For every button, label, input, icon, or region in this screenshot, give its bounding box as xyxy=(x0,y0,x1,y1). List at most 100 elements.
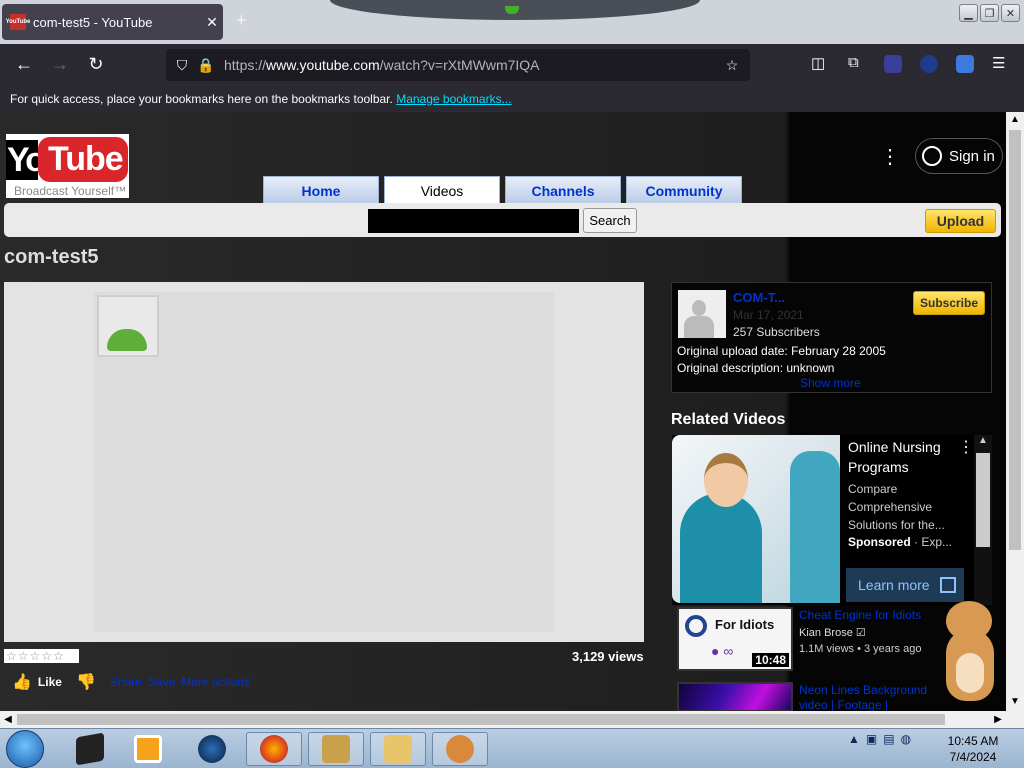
tab-videos[interactable]: Videos xyxy=(384,176,500,204)
subscribe-button[interactable]: Subscribe xyxy=(913,291,985,315)
taskbar-app-icon[interactable] xyxy=(246,732,302,766)
thumbs-up-icon[interactable]: 👍 xyxy=(12,672,32,692)
page-vertical-scrollbar[interactable]: ▲ ▼ xyxy=(1006,112,1024,711)
sponsored-label: Sponsored xyxy=(848,535,911,549)
network-icon[interactable]: ▤ xyxy=(883,732,894,746)
minimize-button[interactable]: ▁ xyxy=(959,4,978,22)
lock-icon[interactable]: 🔒 xyxy=(194,57,218,74)
channel-name[interactable]: COM-T... xyxy=(733,290,785,305)
url-prefix: https:// xyxy=(224,57,267,73)
thumbs-down-icon[interactable]: 👎 xyxy=(76,672,96,692)
related-video-thumbnail[interactable] xyxy=(677,682,793,711)
like-button[interactable]: Like xyxy=(38,675,62,689)
menu-hamburger-icon[interactable]: ☰ xyxy=(992,54,1005,72)
extensions-puzzle-icon[interactable]: ⧉ xyxy=(848,54,859,71)
video-duration: 10:48 xyxy=(752,653,789,667)
related-video-title[interactable]: Cheat Engine for Idiots xyxy=(799,608,921,622)
tab-channels[interactable]: Channels xyxy=(505,176,621,204)
learn-more-label: Learn more xyxy=(858,577,930,593)
broken-image-icon xyxy=(97,295,159,357)
scroll-left-icon[interactable]: ◀ xyxy=(0,711,16,728)
verified-icon: ☑ xyxy=(855,627,866,639)
ad-thumbnail[interactable] xyxy=(672,435,840,603)
volume-icon[interactable]: ◍ xyxy=(901,732,911,746)
ad-title[interactable]: Online Nursing Programs xyxy=(848,437,958,477)
extension-icon[interactable] xyxy=(956,55,974,73)
rating-stars[interactable]: ☆☆☆☆☆ xyxy=(4,649,79,663)
related-video-meta: 1.1M views • 3 years ago xyxy=(799,643,922,655)
more-options-icon[interactable]: ⋮ xyxy=(880,144,900,169)
tray-app-icon[interactable]: ▣ xyxy=(866,732,877,746)
close-tab-icon[interactable]: ✕ xyxy=(201,14,223,31)
extension-icon[interactable] xyxy=(884,55,902,73)
window-controls: ▁ ❐ ✕ xyxy=(959,4,1020,22)
maximize-button[interactable]: ❐ xyxy=(980,4,999,22)
search-button[interactable]: Search xyxy=(583,208,637,233)
scroll-up-icon[interactable]: ▲ xyxy=(978,435,988,446)
learn-more-button[interactable]: Learn more xyxy=(846,568,964,602)
browser-tab[interactable]: YouTube com-test5 - YouTube ✕ xyxy=(2,4,223,40)
sign-in-button[interactable]: Sign in xyxy=(915,138,1003,174)
tray-arrow-icon[interactable]: ▲ xyxy=(848,732,860,746)
hamster-desktop-pet[interactable] xyxy=(940,599,1000,711)
view-count: 3,129 views xyxy=(572,649,644,664)
taskbar-app-icon[interactable] xyxy=(62,732,118,766)
forward-arrow-icon[interactable]: → xyxy=(48,54,72,75)
black-box-icon xyxy=(76,732,104,766)
search-input[interactable] xyxy=(368,209,579,233)
clock-date: 7/4/2024 xyxy=(949,750,997,764)
url-bar[interactable]: ⛉ 🔒 https://www.youtube.com/watch?v=rXtM… xyxy=(166,49,750,81)
scroll-down-icon[interactable]: ▼ xyxy=(1006,696,1024,707)
save-link[interactable]: Save xyxy=(148,675,175,689)
page-horizontal-scrollbar[interactable]: ◀ ▶ xyxy=(0,711,1024,728)
ad-scroll-thumb[interactable] xyxy=(976,453,990,547)
related-video-author[interactable]: Kian Brose ☑ xyxy=(799,626,866,639)
ad-scrollbar[interactable]: ▲ xyxy=(974,435,992,605)
logo-you: You xyxy=(6,140,65,180)
more-actions-link[interactable]: More actions xyxy=(181,675,250,689)
horizontal-scroll-thumb[interactable] xyxy=(17,714,945,725)
scroll-right-icon[interactable]: ▶ xyxy=(990,711,1006,728)
taskbar-app-icon[interactable] xyxy=(370,732,426,766)
scroll-up-icon[interactable]: ▲ xyxy=(1006,114,1024,125)
title-decoration-dot xyxy=(505,6,519,14)
related-video-title[interactable]: Neon Lines Background video | Footage | xyxy=(799,683,929,711)
vertical-scroll-thumb[interactable] xyxy=(1009,130,1021,550)
taskbar-app-icon[interactable] xyxy=(120,732,176,766)
taskbar-app-icon[interactable] xyxy=(432,732,488,766)
share-link[interactable]: Share xyxy=(110,675,142,689)
sponsored-ad[interactable]: Online Nursing Programs ⋮ Compare Compre… xyxy=(672,435,992,605)
show-more-link[interactable]: Show more xyxy=(800,376,861,390)
start-button[interactable] xyxy=(6,730,44,768)
pocket-icon[interactable]: ◫ xyxy=(811,54,825,72)
extension-icon[interactable] xyxy=(920,55,938,73)
manage-bookmarks-link[interactable]: Manage bookmarks... xyxy=(396,92,511,106)
youtube-logo[interactable]: You Tube Broadcast Yourself™ xyxy=(6,134,129,198)
taskbar-app-icon[interactable] xyxy=(184,732,240,766)
youtube-favicon-icon: YouTube xyxy=(6,14,30,30)
tracking-shield-icon[interactable]: ⛉ xyxy=(170,57,194,74)
related-video-thumbnail[interactable]: For Idiots ● ∞ 10:48 xyxy=(677,607,793,671)
tab-home[interactable]: Home xyxy=(263,176,379,204)
reload-icon[interactable]: ↻ xyxy=(84,54,108,75)
url-text[interactable]: https://www.youtube.com/watch?v=rXtMWwm7… xyxy=(224,57,720,73)
ad-more-options-icon[interactable]: ⋮ xyxy=(958,437,974,457)
ad-sponsored-line: Sponsored · Exp... xyxy=(848,535,952,549)
subscriber-count: 257 Subscribers xyxy=(733,325,820,339)
new-tab-button[interactable]: + xyxy=(236,10,247,31)
bookmarks-hint: For quick access, place your bookmarks h… xyxy=(10,92,393,106)
taskbar-clock[interactable]: 10:45 AM 7/4/2024 xyxy=(944,733,1002,765)
video-player[interactable] xyxy=(4,282,644,642)
video-actions: 👍 Like 👎 Share Save More actions xyxy=(12,672,250,692)
site-nav-tabs: Home Videos Channels Community xyxy=(263,176,742,204)
tab-community[interactable]: Community xyxy=(626,176,742,204)
channel-avatar[interactable] xyxy=(678,290,726,338)
upload-button[interactable]: Upload xyxy=(925,209,996,233)
close-window-button[interactable]: ✕ xyxy=(1001,4,1020,22)
bookmark-star-icon[interactable]: ☆ xyxy=(720,57,744,74)
taskbar-app-icon[interactable] xyxy=(308,732,364,766)
firefox-icon xyxy=(260,735,288,763)
broken-image-leaf xyxy=(107,329,147,351)
ad-figure-background xyxy=(790,451,840,603)
back-arrow-icon[interactable]: ← xyxy=(12,54,36,75)
